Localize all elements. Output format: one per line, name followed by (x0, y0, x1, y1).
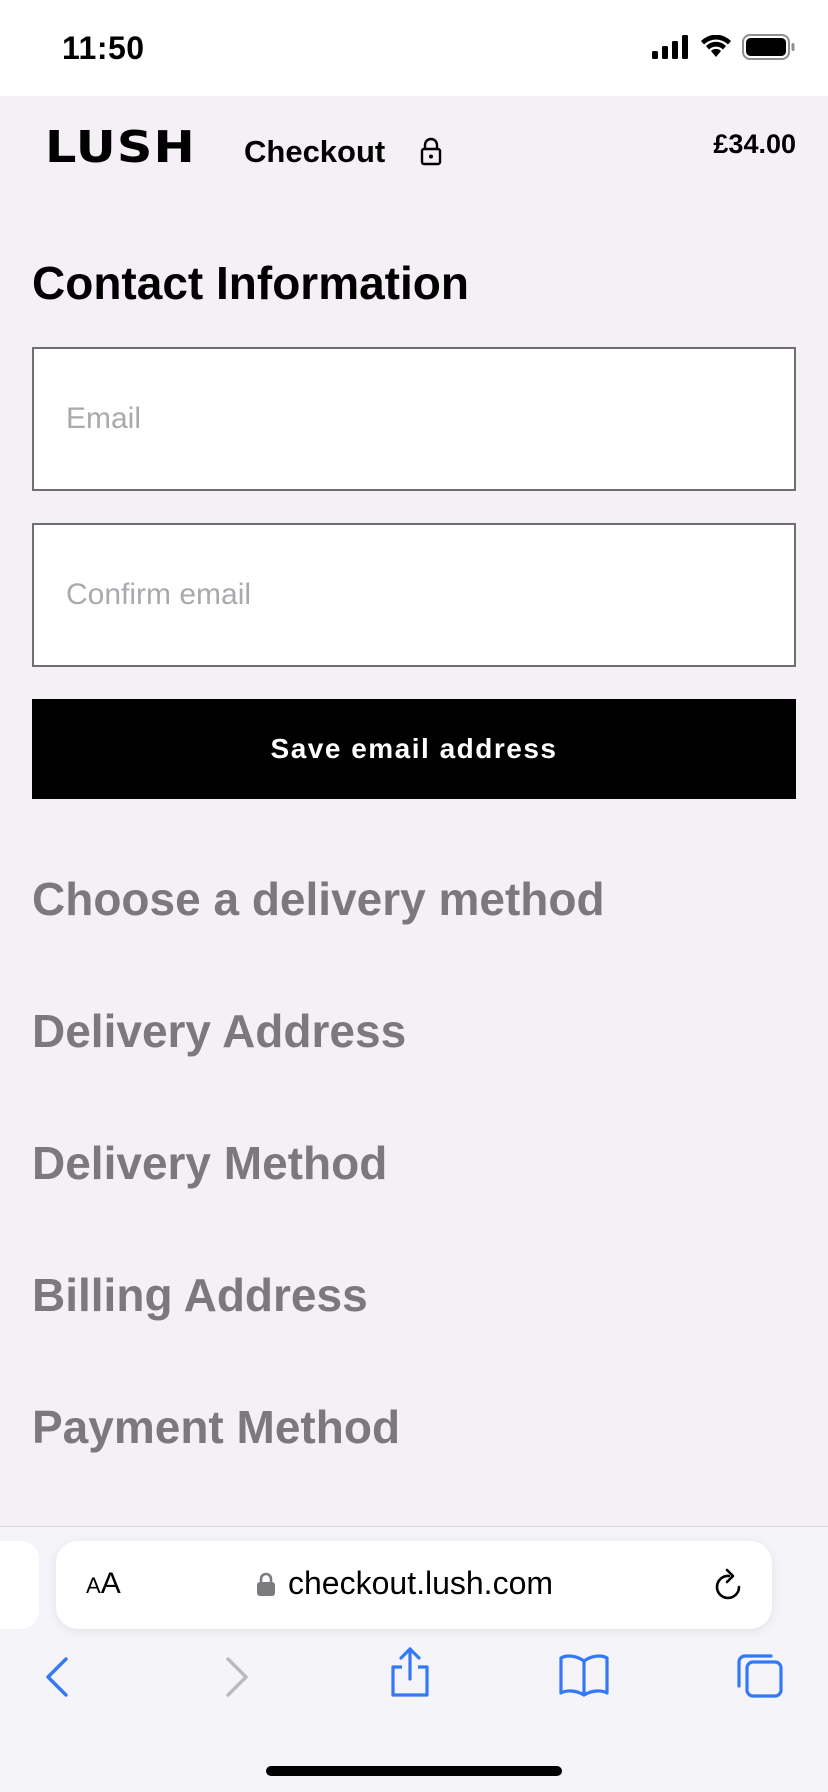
tabs-icon[interactable] (736, 1651, 784, 1704)
page-title: Checkout (244, 134, 386, 169)
aa-large-letter: A (100, 1567, 121, 1600)
aa-small-letter: A (86, 1573, 101, 1598)
confirm-email-input[interactable] (34, 525, 794, 665)
status-icons (652, 34, 796, 65)
url-text[interactable]: checkout.lush.com (288, 1565, 553, 1602)
wifi-icon (700, 34, 732, 64)
browser-toolbar: AA checkout.lush.com (0, 1526, 828, 1792)
confirm-email-field-box (32, 523, 796, 667)
checkout-screen: 11:50 LUSH Checkout £34.00 Contact Infor… (0, 0, 828, 1792)
order-total[interactable]: £34.00 (713, 129, 796, 160)
home-indicator (266, 1766, 562, 1776)
step-billing-address: Billing Address (32, 1269, 368, 1321)
reload-icon[interactable] (712, 1565, 746, 1608)
step-payment-method: Payment Method (32, 1401, 401, 1453)
site-header: LUSH Checkout £34.00 (0, 96, 828, 206)
bookmarks-icon[interactable] (558, 1653, 610, 1702)
save-email-button[interactable]: Save email address (32, 699, 796, 799)
contact-information-heading: Contact Information (32, 257, 469, 309)
share-icon[interactable] (388, 1645, 432, 1704)
step-delivery-address: Delivery Address (32, 1005, 407, 1057)
url-lock-icon (256, 1571, 276, 1602)
email-field-box (32, 347, 796, 491)
back-icon[interactable] (42, 1655, 72, 1704)
battery-icon (742, 34, 796, 65)
lush-logo[interactable]: LUSH (45, 122, 196, 173)
lock-icon (420, 136, 442, 171)
step-delivery-method: Delivery Method (32, 1137, 388, 1189)
address-bar[interactable]: AA checkout.lush.com (56, 1541, 772, 1629)
reader-aa-button[interactable]: AA (86, 1567, 121, 1601)
step-choose-delivery-method: Choose a delivery method (32, 873, 605, 925)
previous-tab-peek[interactable] (0, 1541, 39, 1629)
status-bar: 11:50 (0, 0, 828, 96)
email-input[interactable] (34, 349, 794, 489)
status-time: 11:50 (62, 30, 145, 66)
forward-icon[interactable] (222, 1655, 252, 1704)
signal-icon (652, 35, 690, 64)
